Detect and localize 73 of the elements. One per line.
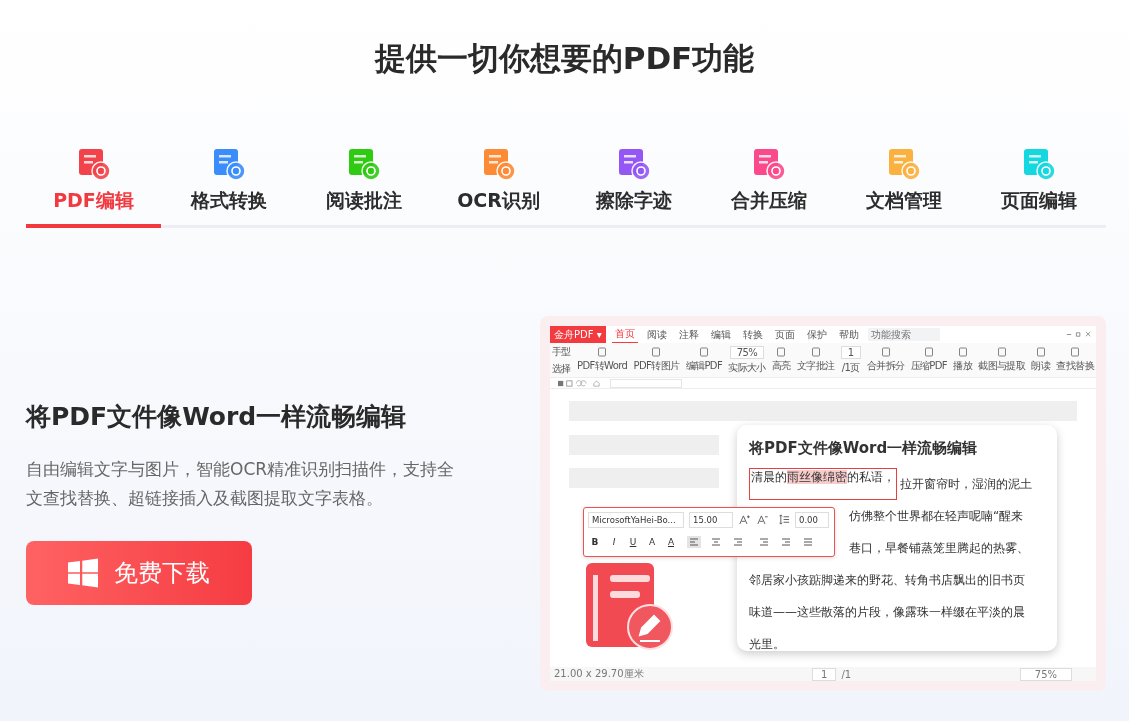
- feature-tab[interactable]: 擦除字迹: [566, 146, 701, 228]
- tool-icon: [1035, 347, 1046, 357]
- text-style-button[interactable]: A: [664, 536, 678, 547]
- tool-icon: [810, 347, 821, 357]
- tool-button[interactable]: 播放: [953, 347, 972, 373]
- font-size-dropdown[interactable]: 15.00: [689, 511, 733, 528]
- text-style-button[interactable]: B: [588, 536, 602, 547]
- feature-tab[interactable]: 阅读批注: [296, 146, 431, 228]
- tool-button[interactable]: 选择: [552, 361, 571, 376]
- document-edit-icon: [584, 561, 674, 651]
- tool-button[interactable]: 文字批注: [797, 347, 835, 373]
- document-tab[interactable]: [610, 378, 682, 388]
- tool-button[interactable]: 合并拆分: [866, 347, 905, 373]
- zoom-field[interactable]: 75%: [729, 345, 765, 359]
- menu-tab[interactable]: 转换: [739, 326, 766, 343]
- feature-tab[interactable]: 格式转换: [161, 146, 296, 228]
- font-dropdown[interactable]: MicrosoftYaHei-Bo...: [588, 511, 684, 528]
- page-title: 提供一切你想要的PDF功能: [373, 39, 756, 78]
- menu-tab[interactable]: 注释: [675, 326, 702, 343]
- feature-heading: 将PDF文件像Word一样流畅编辑: [26, 401, 408, 433]
- tool-button[interactable]: 查找替换: [1056, 347, 1094, 373]
- feature-tab[interactable]: 文档管理: [836, 146, 971, 228]
- app-menu-button[interactable]: 金舟PDF ▾: [550, 326, 606, 343]
- menu-tab[interactable]: 保护: [803, 326, 830, 343]
- menu-tab[interactable]: 编辑: [707, 326, 734, 343]
- tool-button[interactable]: PDF转图片: [633, 347, 680, 373]
- menu-tab[interactable]: 页面: [771, 326, 798, 343]
- tool-button[interactable]: 截图与提取: [978, 347, 1026, 373]
- tool-button[interactable]: PDF转Word: [577, 347, 628, 373]
- text-style-button[interactable]: U: [626, 536, 640, 547]
- tool-icon: [880, 347, 891, 357]
- paragraph-line: 光里。: [749, 636, 785, 653]
- paragraph-line: 邻居家小孩踮脚递来的野花、转角书店飘出的旧书页: [749, 572, 1025, 589]
- paragraph-line: 仿佛整个世界都在轻声呢喃“醒来: [849, 508, 1024, 525]
- tool-button[interactable]: 实际大小: [728, 360, 766, 375]
- feature-tab[interactable]: OCR识别: [431, 146, 566, 228]
- line-spacing-icon: [779, 514, 790, 525]
- tool-icon: [923, 347, 934, 357]
- tool-icon: [957, 347, 968, 357]
- tool-icon: [698, 347, 709, 357]
- tool-icon: [776, 347, 787, 357]
- tool-button[interactable]: 编辑PDF: [685, 347, 723, 373]
- search-field[interactable]: 功能搜索: [867, 328, 940, 341]
- feature-description: 自由编辑文字与图片，智能OCR精准识别扫描件，支持全文查找替换、超链接插入及截图提取文字表格。: [26, 458, 456, 510]
- paragraph-line: 巷口，早餐铺蒸笼里腾起的热雾、: [849, 540, 1029, 557]
- tool-button[interactable]: 朗读: [1031, 347, 1051, 373]
- paragraph-line: 拉开窗帘时，湿润的泥土: [900, 476, 1032, 493]
- feature-tab[interactable]: 页面编辑: [971, 146, 1106, 228]
- page-count: /1: [841, 668, 852, 680]
- tool-button[interactable]: 高亮: [772, 347, 791, 373]
- tool-button[interactable]: /1页: [841, 360, 860, 375]
- text-style-button[interactable]: A: [645, 536, 659, 547]
- tool-button[interactable]: 压缩PDF: [910, 347, 947, 373]
- document-heading: 将PDF文件像Word一样流畅编辑: [749, 439, 979, 458]
- tool-icon: [651, 347, 662, 357]
- tool-button[interactable]: 手型: [552, 344, 571, 359]
- selected-text[interactable]: 清晨的雨丝像绵密的私语，: [749, 468, 897, 500]
- page-field[interactable]: 1: [812, 667, 837, 681]
- feature-tab[interactable]: PDF编辑: [26, 146, 161, 228]
- page-size-label: 21.00 x 29.70厘米: [554, 667, 644, 681]
- tool-icon: [597, 347, 608, 357]
- tool-icon: [1070, 347, 1081, 357]
- menu-tab[interactable]: 帮助: [835, 326, 862, 343]
- window-controls-icon: [1066, 331, 1092, 338]
- menu-tab[interactable]: 阅读: [643, 326, 670, 343]
- zoom-field[interactable]: 1: [840, 345, 861, 359]
- spacing-field[interactable]: 0.00: [795, 511, 829, 528]
- tool-icon: [996, 347, 1007, 357]
- paragraph-line: 味道——这些散落的片段，像露珠一样缀在平淡的晨: [749, 604, 1025, 621]
- text-style-button[interactable]: I: [607, 536, 621, 547]
- feature-tab[interactable]: 合并压缩: [701, 146, 836, 228]
- windows-icon: [68, 558, 98, 588]
- zoom-dropdown[interactable]: 75%: [1019, 667, 1072, 681]
